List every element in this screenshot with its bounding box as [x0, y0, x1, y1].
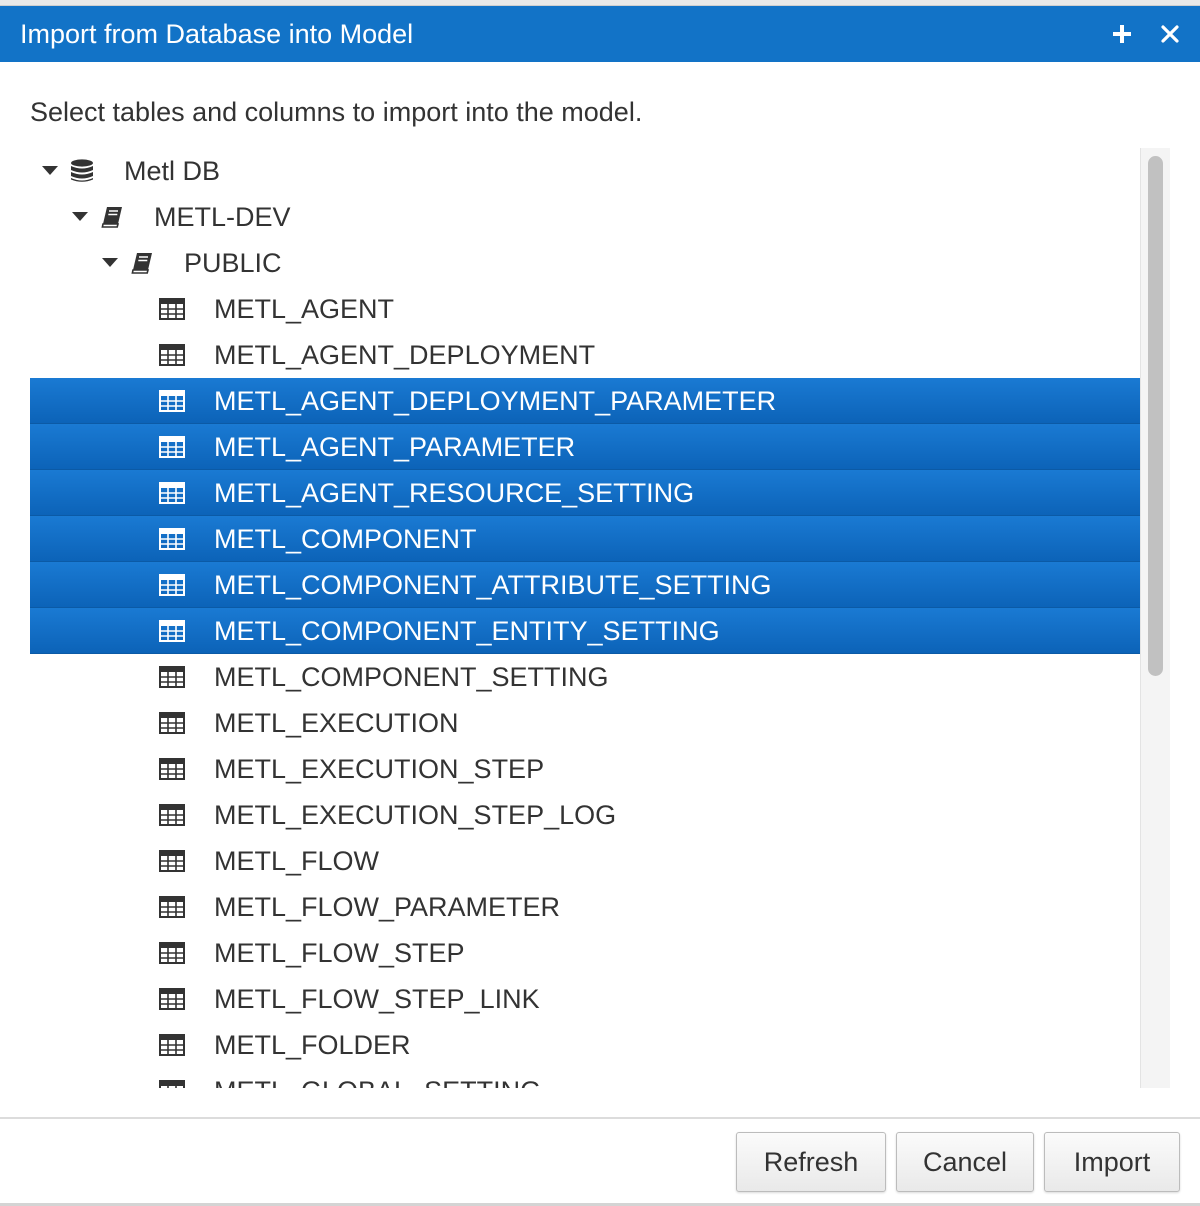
caret-down-icon[interactable] [68, 194, 92, 240]
table-icon [157, 1068, 187, 1088]
refresh-button[interactable]: Refresh [736, 1132, 886, 1192]
tree-row-label: METL_EXECUTION_STEP_LOG [214, 800, 617, 830]
instructions-text: Select tables and columns to import into… [30, 97, 643, 127]
caret-down-icon[interactable] [38, 148, 62, 194]
maximize-plus-icon[interactable] [1102, 6, 1142, 62]
table-icon [157, 378, 187, 424]
table-icon [157, 792, 187, 838]
tree-row[interactable]: METL_EXECUTION [30, 700, 1140, 746]
tree-row-label: METL_AGENT_PARAMETER [214, 432, 576, 462]
tree-row[interactable]: METL_AGENT_DEPLOYMENT_PARAMETER [30, 378, 1140, 424]
table-icon [157, 286, 187, 332]
tree-rows: Metl DB METL-DEV PUBLIC METL_AGENT METL_AGEN… [30, 148, 1140, 1088]
tree-row[interactable]: METL_EXECUTION_STEP [30, 746, 1140, 792]
scrollbar-thumb[interactable] [1148, 156, 1163, 676]
table-icon [157, 1022, 187, 1068]
tree-row[interactable]: METL_FOLDER [30, 1022, 1140, 1068]
tree-row[interactable]: Metl DB [30, 148, 1140, 194]
tree-scrollbar[interactable] [1140, 148, 1170, 1088]
tree-row[interactable]: METL_AGENT_DEPLOYMENT [30, 332, 1140, 378]
book-icon [127, 240, 157, 286]
table-icon [157, 516, 187, 562]
caret-down-icon[interactable] [98, 240, 122, 286]
table-icon [157, 838, 187, 884]
tree-row[interactable]: METL_COMPONENT [30, 516, 1140, 562]
tree-row[interactable]: METL_AGENT_RESOURCE_SETTING [30, 470, 1140, 516]
tree-row[interactable]: METL_FLOW_PARAMETER [30, 884, 1140, 930]
tree-row[interactable]: METL-DEV [30, 194, 1140, 240]
tree-row-label: METL_COMPONENT [214, 524, 477, 554]
dialog-titlebar[interactable]: Import from Database into Model [0, 6, 1200, 62]
tree-row-label: METL_COMPONENT_SETTING [214, 662, 609, 692]
tree-row-label: METL_AGENT_DEPLOYMENT_PARAMETER [214, 386, 777, 416]
table-icon [157, 608, 187, 654]
tree-row[interactable]: METL_FLOW_STEP_LINK [30, 976, 1140, 1022]
tree-row[interactable]: METL_GLOBAL_SETTING [30, 1068, 1140, 1088]
tree-row-label: METL_COMPONENT_ATTRIBUTE_SETTING [214, 570, 772, 600]
tree-row-label: METL_AGENT [214, 294, 395, 324]
table-icon [157, 332, 187, 378]
close-icon[interactable] [1150, 6, 1190, 62]
tree-row[interactable]: METL_FLOW [30, 838, 1140, 884]
tree-row-label: METL-DEV [154, 202, 291, 232]
tree-row-label: METL_EXECUTION [214, 708, 459, 738]
tree-row-label: METL_FLOW_PARAMETER [214, 892, 561, 922]
tree-row-label: METL_AGENT_DEPLOYMENT [214, 340, 596, 370]
tree-row[interactable]: METL_AGENT [30, 286, 1140, 332]
cancel-button[interactable]: Cancel [896, 1132, 1034, 1192]
table-tree[interactable]: Metl DB METL-DEV PUBLIC METL_AGENT METL_AGEN… [30, 148, 1170, 1088]
database-icon [67, 148, 97, 194]
tree-row-label: METL_EXECUTION_STEP [214, 754, 545, 784]
table-icon [157, 884, 187, 930]
table-icon [157, 424, 187, 470]
tree-row-label: METL_FLOW_STEP [214, 938, 465, 968]
import-button[interactable]: Import [1044, 1132, 1180, 1192]
tree-row[interactable]: METL_COMPONENT_ATTRIBUTE_SETTING [30, 562, 1140, 608]
table-icon [157, 746, 187, 792]
tree-row-label: METL_FLOW [214, 846, 380, 876]
tree-row[interactable]: METL_EXECUTION_STEP_LOG [30, 792, 1140, 838]
tree-row[interactable]: PUBLIC [30, 240, 1140, 286]
table-icon [157, 976, 187, 1022]
tree-row-label: Metl DB [124, 156, 221, 186]
table-icon [157, 930, 187, 976]
tree-row[interactable]: METL_COMPONENT_SETTING [30, 654, 1140, 700]
table-icon [157, 700, 187, 746]
tree-row-label: PUBLIC [184, 248, 282, 278]
dialog-title: Import from Database into Model [20, 19, 414, 49]
tree-row-label: METL_AGENT_RESOURCE_SETTING [214, 478, 695, 508]
book-icon [97, 194, 127, 240]
tree-row-label: METL_GLOBAL_SETTING [214, 1068, 541, 1088]
tree-row-label: METL_FLOW_STEP_LINK [214, 984, 540, 1014]
dialog-footer: Refresh Cancel Import [0, 1117, 1200, 1206]
tree-row[interactable]: METL_COMPONENT_ENTITY_SETTING [30, 608, 1140, 654]
table-icon [157, 562, 187, 608]
tree-row[interactable]: METL_FLOW_STEP [30, 930, 1140, 976]
tree-row[interactable]: METL_AGENT_PARAMETER [30, 424, 1140, 470]
tree-row-label: METL_COMPONENT_ENTITY_SETTING [214, 616, 720, 646]
table-icon [157, 470, 187, 516]
tree-row-label: METL_FOLDER [214, 1030, 411, 1060]
table-icon [157, 654, 187, 700]
